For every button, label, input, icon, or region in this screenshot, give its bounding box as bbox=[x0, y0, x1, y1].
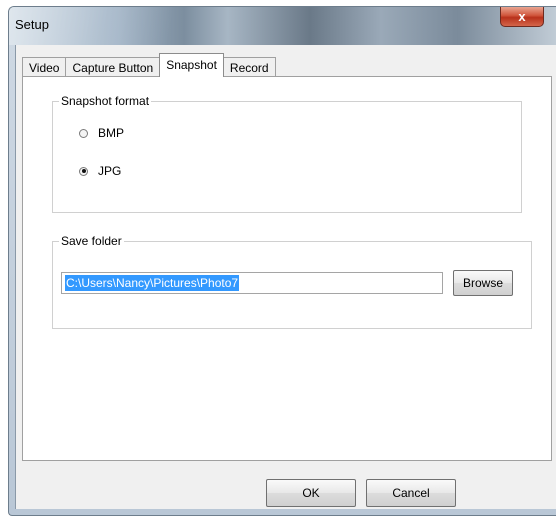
radio-bmp-row[interactable]: BMP bbox=[79, 126, 124, 140]
tab-capture-button[interactable]: Capture Button bbox=[65, 57, 161, 77]
title-bar[interactable]: Setup x bbox=[9, 7, 556, 45]
tab-video[interactable]: Video bbox=[22, 57, 67, 77]
ok-button[interactable]: OK bbox=[266, 479, 356, 507]
radio-bmp[interactable] bbox=[79, 128, 88, 138]
radio-bmp-label: BMP bbox=[98, 126, 125, 140]
radio-jpg-row[interactable]: JPG bbox=[79, 164, 121, 178]
snapshot-format-label: Snapshot format bbox=[59, 94, 152, 108]
tab-snapshot[interactable]: Snapshot bbox=[159, 53, 224, 77]
save-folder-path-text: C:\Users\Nancy\Pictures\Photo7 bbox=[65, 275, 240, 291]
save-folder-group: Save folder C:\Users\Nancy\Pictures\Phot… bbox=[52, 234, 532, 329]
dialog-client-area: Video Capture Button Snapshot Record Sna… bbox=[15, 45, 556, 509]
close-button[interactable]: x bbox=[500, 7, 544, 27]
save-folder-label: Save folder bbox=[59, 234, 124, 248]
close-icon: x bbox=[518, 9, 526, 24]
tab-record[interactable]: Record bbox=[222, 57, 276, 77]
tab-strip: Video Capture Button Snapshot Record bbox=[22, 53, 276, 77]
cancel-button[interactable]: Cancel bbox=[366, 479, 456, 507]
radio-jpg-label: JPG bbox=[98, 164, 122, 178]
save-folder-path-input[interactable]: C:\Users\Nancy\Pictures\Photo7 bbox=[61, 272, 443, 294]
snapshot-format-group: Snapshot format BMP JPG bbox=[52, 94, 522, 213]
window-title: Setup bbox=[15, 17, 49, 32]
setup-dialog: Setup x Video Capture Button Snapshot Re… bbox=[8, 6, 556, 516]
snapshot-tab-panel: Snapshot format BMP JPG Save folder C:\U… bbox=[22, 76, 552, 461]
radio-jpg[interactable] bbox=[79, 166, 88, 176]
browse-button[interactable]: Browse bbox=[453, 270, 513, 296]
